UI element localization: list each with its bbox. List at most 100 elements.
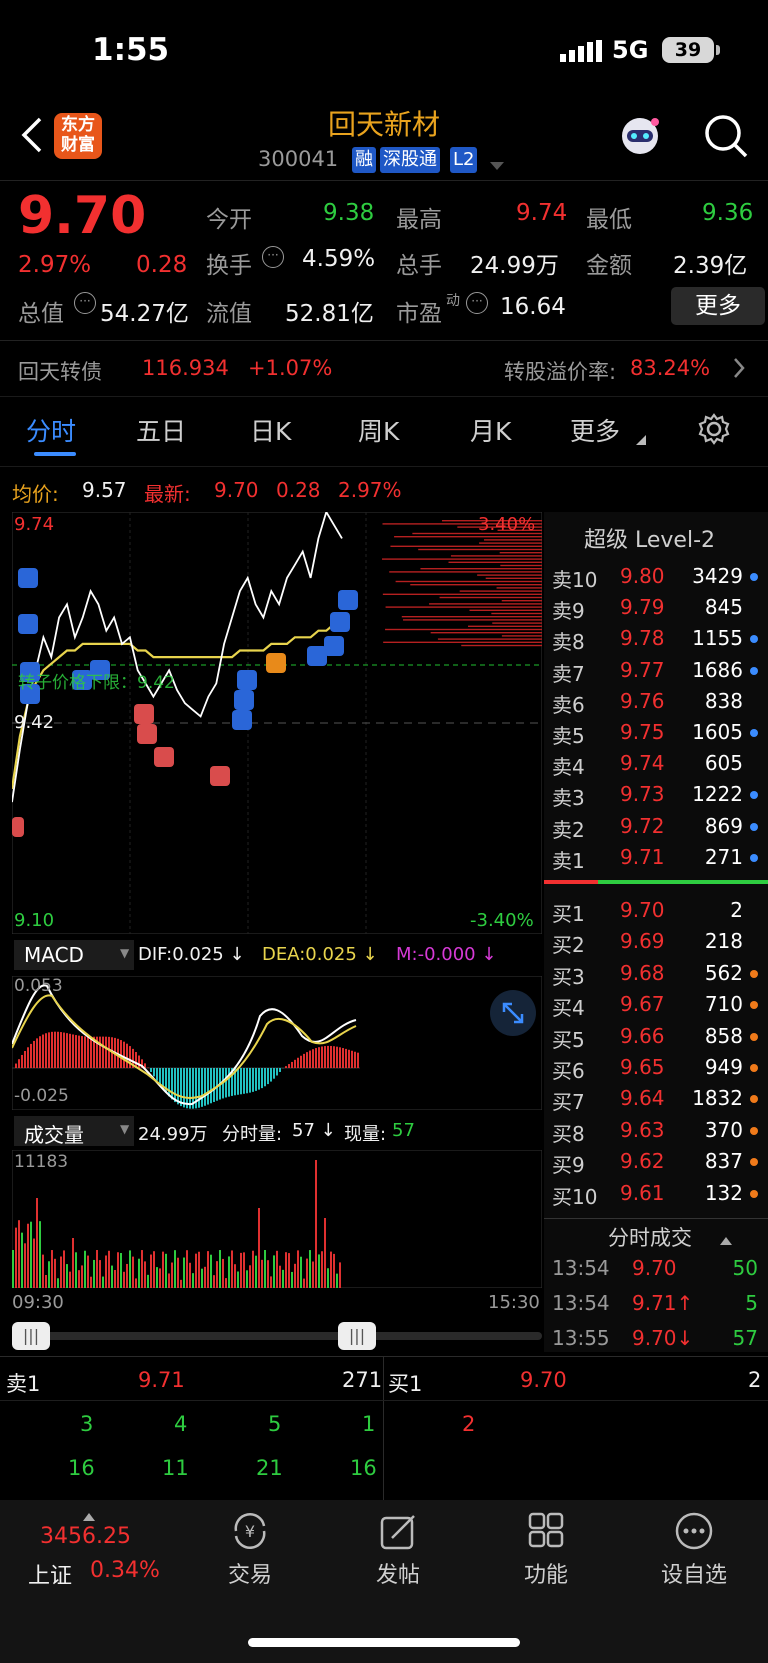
tick-time: 13:54 [552,1256,610,1280]
ask-volume: 3429 [692,564,743,588]
nav-watchlist[interactable]: 设自选 [634,1557,754,1589]
volume-bar [273,1255,275,1288]
settings-gear-icon[interactable] [697,412,731,450]
macd-selector[interactable]: MACD ▼ [14,940,134,970]
range-handle-right[interactable]: ||| [338,1322,376,1350]
queue-bid-vol: 2 [748,1368,762,1392]
ask-volume: 271 [704,844,743,869]
queue-ask-cell: 3 [80,1412,94,1436]
bid-price[interactable]: 9.70 [620,898,665,922]
amount-value: 2.39亿 [673,253,748,279]
queue-ask-cell: 16 [350,1456,377,1480]
index-value[interactable]: 3456.25 [40,1524,131,1549]
time-range-track[interactable] [12,1332,542,1340]
m-label: M:-0.000 ↓ [396,944,497,965]
macd-bar [351,1050,353,1068]
ask-price[interactable]: 9.73 [620,782,665,806]
tab-monthly-k[interactable]: 月K [470,412,511,448]
latest-change-pct: 2.97% [338,478,402,502]
tab-intraday[interactable]: 分时 [26,412,76,448]
post-edit-icon[interactable] [338,1510,458,1556]
ask-price[interactable]: 9.79 [620,595,665,619]
bid-price[interactable]: 9.61 [620,1181,665,1205]
bid-price[interactable]: 9.64 [620,1086,665,1110]
tab-more[interactable]: 更多 [570,412,620,448]
volume-selector[interactable]: 成交量 ▼ [14,1116,134,1147]
now-volume-label: 现量: [344,1124,387,1145]
volume-bar [126,1263,128,1288]
volume-bar [339,1262,341,1288]
volume-chart[interactable] [11,1149,543,1289]
depth-bar [469,609,542,611]
trade-icon[interactable]: ¥ [190,1510,310,1556]
bid-price[interactable]: 9.66 [620,1024,665,1048]
tick-volume-number: 57 [292,1120,315,1141]
bid-price[interactable]: 9.63 [620,1118,665,1142]
order-dot [750,907,758,915]
tab-five-day[interactable]: 五日 [136,412,186,448]
bid-price[interactable]: 9.65 [620,1055,665,1079]
macd-bar [81,1036,83,1068]
volume-bar [306,1258,308,1288]
depth-bar [394,536,542,538]
info-icon[interactable]: ··· [262,246,284,268]
chevron-right-icon[interactable] [732,356,746,384]
info-icon[interactable]: ··· [74,292,96,314]
ask-label: 卖1 [552,848,585,873]
nav-trade[interactable]: 交易 [190,1557,310,1589]
tab-weekly-k[interactable]: 周K [358,412,399,448]
robot-assistant-icon[interactable] [617,112,663,158]
search-icon[interactable] [703,113,749,159]
volume-bar [75,1252,77,1288]
volume-bar [45,1275,47,1288]
macd-bar [69,1033,71,1068]
ask-price[interactable]: 9.74 [620,751,665,775]
ask-price[interactable]: 9.78 [620,626,665,650]
nav-function[interactable]: 功能 [486,1557,606,1589]
ticks-title[interactable]: 分时成交 [608,1222,692,1252]
volume-bar [240,1252,242,1288]
range-handle-left[interactable]: ||| [12,1322,50,1350]
watchlist-more-icon[interactable] [634,1510,754,1556]
ask-price[interactable]: 9.72 [620,814,665,838]
bid-price[interactable]: 9.68 [620,961,665,985]
depth-bar [501,635,542,637]
bid-price[interactable]: 9.67 [620,992,665,1016]
ask-price[interactable]: 9.75 [620,720,665,744]
dropdown-icon[interactable] [490,157,504,176]
intraday-chart[interactable] [10,509,543,935]
bid-price[interactable]: 9.62 [620,1149,665,1173]
ask-price[interactable]: 9.80 [620,564,665,588]
tab-daily-k[interactable]: 日K [250,412,291,448]
more-button[interactable]: 更多 [671,287,765,325]
volume-bar [129,1250,131,1288]
index-name[interactable]: 上证 [28,1558,72,1590]
turnover-value: 4.59% [302,246,376,272]
function-grid-icon[interactable] [486,1510,606,1556]
expand-icon[interactable] [490,990,536,1036]
nav-post[interactable]: 发帖 [338,1557,458,1589]
macd-bar [201,1068,203,1107]
macd-bar [300,1055,302,1068]
macd-chart[interactable] [11,975,543,1111]
queue-ask-label: 卖1 [6,1372,41,1396]
info-icon[interactable]: ··· [466,292,488,314]
index-change[interactable]: 0.34% [90,1558,160,1583]
macd-bar [87,1036,89,1068]
volume-bar [204,1266,206,1288]
volume-bar [336,1273,338,1288]
orderbook-title[interactable]: 超级 Level-2 [584,522,715,554]
ask-price[interactable]: 9.71 [620,845,665,869]
macd-bar [99,1036,101,1068]
bond-name[interactable]: 回天转债 [18,356,102,386]
macd-bar [255,1068,257,1091]
ask-price[interactable]: 9.77 [620,658,665,682]
volume-bar [309,1250,311,1288]
volume-bar [180,1279,182,1288]
depth-bar [430,632,542,634]
ask-label: 卖2 [552,817,585,842]
macd-bar [48,1032,50,1068]
volume-bar [150,1254,152,1288]
ask-price[interactable]: 9.76 [620,689,665,713]
bid-price[interactable]: 9.69 [620,929,665,953]
